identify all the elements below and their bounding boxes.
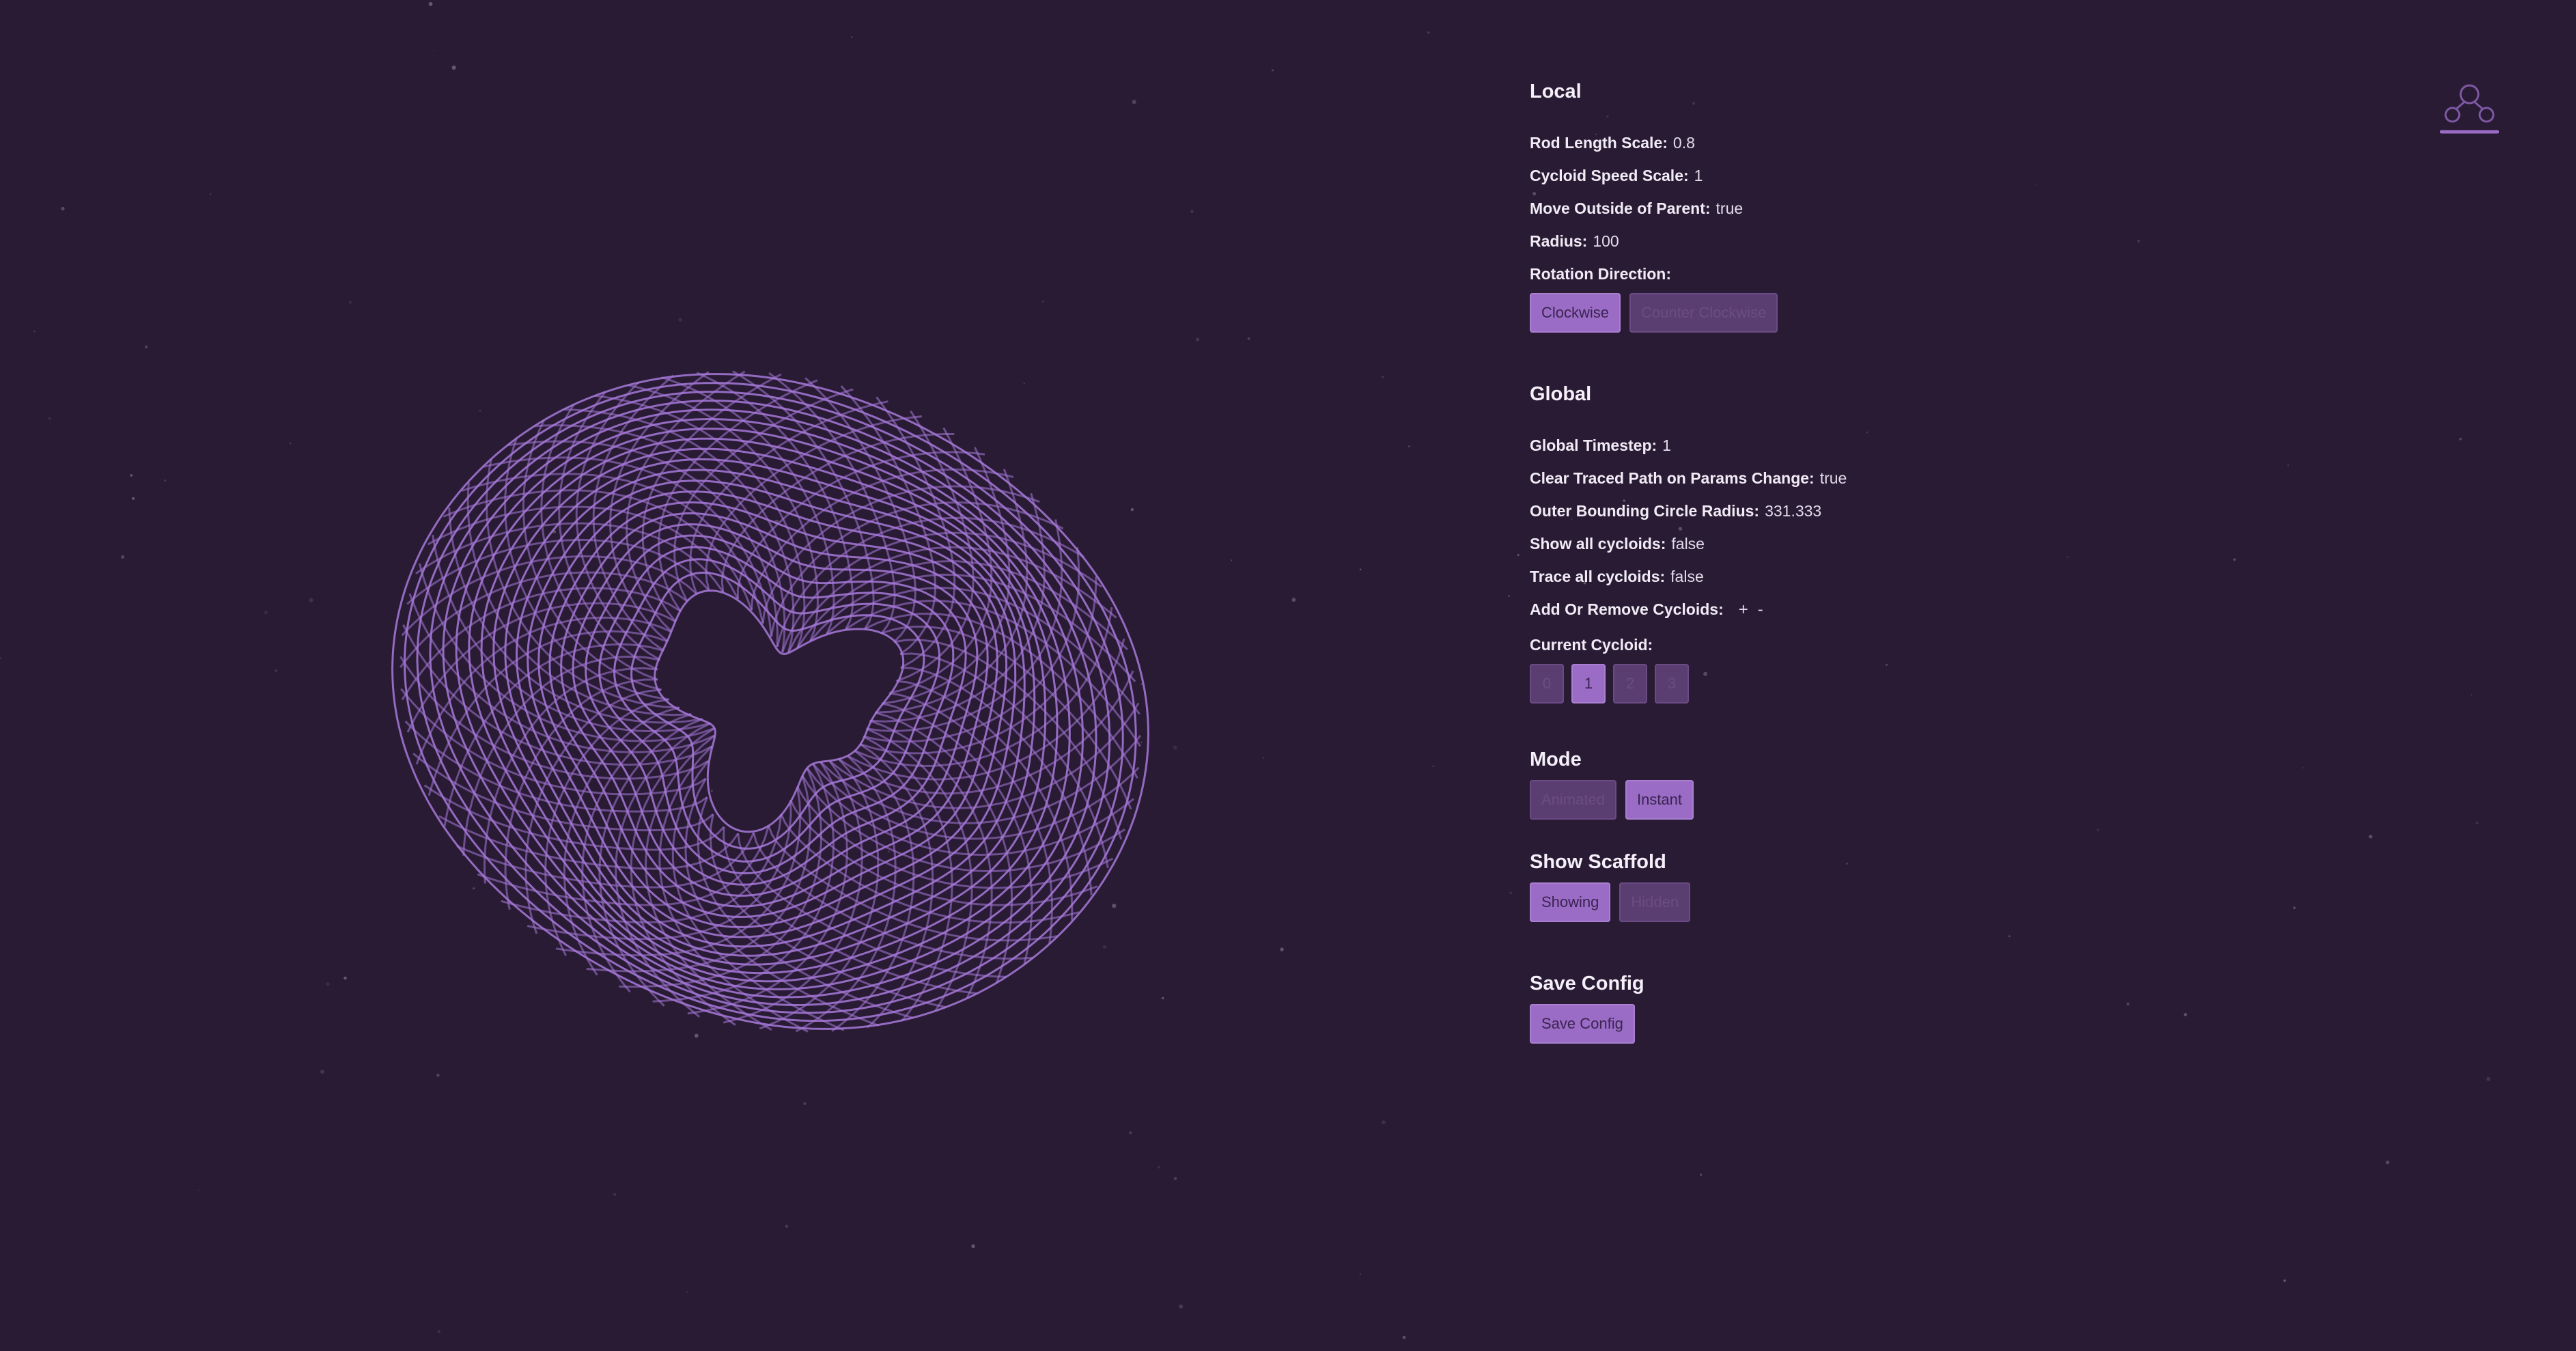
global-timestep-label: Global Timestep: <box>1530 436 1657 454</box>
show-all-cycloids-row[interactable]: Show all cycloids: false <box>1530 527 2049 560</box>
cycloid-speed-scale-label: Cycloid Speed Scale: <box>1530 167 1689 184</box>
rod-length-scale-label: Rod Length Scale: <box>1530 134 1668 152</box>
save-section-title: Save Config <box>1530 973 1644 994</box>
mode-toggle: Animated Instant <box>1530 780 2049 820</box>
clear-traced-path-label: Clear Traced Path on Params Change: <box>1530 469 1815 487</box>
current-cycloid-label: Current Cycloid: <box>1530 636 1653 654</box>
move-outside-parent-row[interactable]: Move Outside of Parent: true <box>1530 192 2049 225</box>
scaffold-showing-button[interactable]: Showing <box>1530 882 1611 922</box>
add-remove-cycloids-row: Add Or Remove Cycloids: + - <box>1530 593 2049 626</box>
outer-bounding-radius-value[interactable]: 331.333 <box>1765 502 1821 520</box>
local-section-title: Local <box>1530 81 1582 102</box>
global-timestep-value[interactable]: 1 <box>1662 436 1671 454</box>
outer-bounding-radius-row[interactable]: Outer Bounding Circle Radius: 331.333 <box>1530 495 2049 527</box>
current-cycloid-selector: 0 1 2 3 <box>1530 664 2049 704</box>
remove-cycloid-button[interactable]: - <box>1758 594 1763 626</box>
trace-all-cycloids-row[interactable]: Trace all cycloids: false <box>1530 560 2049 593</box>
scaffold-section-title: Show Scaffold <box>1530 851 1666 873</box>
cycloid-trace-wireframe <box>391 370 1150 1033</box>
move-outside-parent-label: Move Outside of Parent: <box>1530 199 1711 217</box>
clear-traced-path-value[interactable]: true <box>1820 469 1847 487</box>
cycloid-speed-scale-value[interactable]: 1 <box>1694 167 1703 184</box>
add-remove-cycloids-label: Add Or Remove Cycloids: <box>1530 600 1724 618</box>
global-section: Global Global Timestep: 1 Clear Traced Pa… <box>1530 379 2049 704</box>
scaffold-hidden-button[interactable]: Hidden <box>1619 882 1691 922</box>
rotation-direction-label: Rotation Direction: <box>1530 265 1671 283</box>
current-cycloid-row: Current Cycloid: <box>1530 628 2049 661</box>
rod-length-scale-row[interactable]: Rod Length Scale: 0.8 <box>1530 126 2049 159</box>
cycloid-0-button[interactable]: 0 <box>1530 664 1564 704</box>
show-all-cycloids-value[interactable]: false <box>1671 535 1705 553</box>
wireframe-spoke <box>900 667 1093 895</box>
trace-all-cycloids-value[interactable]: false <box>1670 568 1704 585</box>
global-timestep-row[interactable]: Global Timestep: 1 <box>1530 429 2049 462</box>
rotation-direction-row: Rotation Direction: <box>1530 257 2049 290</box>
clockwise-button[interactable]: Clockwise <box>1530 293 1621 333</box>
app-canvas: Local Rod Length Scale: 0.8 Cycloid Speed… <box>0 0 2576 1351</box>
counter-clockwise-button[interactable]: Counter Clockwise <box>1629 293 1778 333</box>
save-section: Save Config Save Config <box>1530 969 2049 1044</box>
add-cycloid-button[interactable]: + <box>1739 594 1748 626</box>
move-outside-parent-value[interactable]: true <box>1716 199 1744 217</box>
scaffold-toggle: Showing Hidden <box>1530 882 2049 922</box>
graph-nodes-icon[interactable] <box>2439 81 2500 135</box>
cycloid-1-button[interactable]: 1 <box>1571 664 1606 704</box>
radius-label: Radius: <box>1530 232 1588 250</box>
cycloid-visualization[interactable] <box>0 0 2576 1351</box>
mode-section: Mode Animated Instant <box>1530 744 2049 820</box>
global-section-title: Global <box>1530 383 1592 405</box>
cycloid-2-button[interactable]: 2 <box>1613 664 1647 704</box>
show-all-cycloids-label: Show all cycloids: <box>1530 535 1666 553</box>
radius-value[interactable]: 100 <box>1593 232 1619 250</box>
save-config-button[interactable]: Save Config <box>1530 1004 1635 1044</box>
controls-panel: Local Rod Length Scale: 0.8 Cycloid Speed… <box>1530 76 2049 1044</box>
trace-all-cycloids-label: Trace all cycloids: <box>1530 568 1666 585</box>
instant-mode-button[interactable]: Instant <box>1625 780 1694 820</box>
wireframe-spoke <box>400 656 709 780</box>
clear-traced-path-row[interactable]: Clear Traced Path on Params Change: true <box>1530 462 2049 495</box>
rod-length-scale-value[interactable]: 0.8 <box>1673 134 1695 152</box>
outer-bounding-radius-label: Outer Bounding Circle Radius: <box>1530 502 1760 520</box>
mode-section-title: Mode <box>1530 749 1582 770</box>
scaffold-section: Show Scaffold Showing Hidden <box>1530 847 2049 922</box>
local-section: Local Rod Length Scale: 0.8 Cycloid Speed… <box>1530 76 2049 333</box>
rotation-direction-toggle: Clockwise Counter Clockwise <box>1530 293 2049 333</box>
radius-row[interactable]: Radius: 100 <box>1530 225 2049 257</box>
animated-mode-button[interactable]: Animated <box>1530 780 1616 820</box>
cycloid-3-button[interactable]: 3 <box>1655 664 1689 704</box>
cycloid-speed-scale-row[interactable]: Cycloid Speed Scale: 1 <box>1530 159 2049 192</box>
